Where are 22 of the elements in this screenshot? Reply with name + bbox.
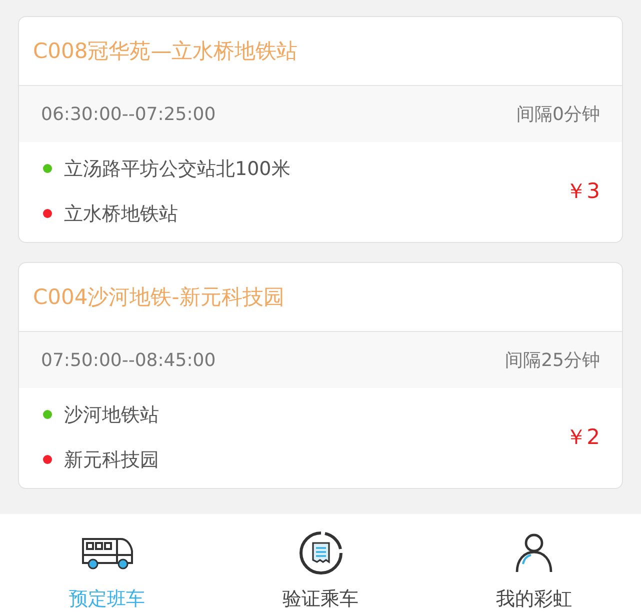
tab-label: 我的彩虹 [496, 587, 572, 612]
bus-icon [80, 536, 134, 570]
tab[interactable]: 验证乘车 [214, 514, 428, 614]
route-card[interactable]: C008冠华苑—立水桥地铁站 06:30:00--07:25:00 间隔0分钟 立汤路平坊公交站北100米 立水桥地铁站 ￥3 [18, 16, 623, 243]
stop-name: 沙河地铁站 [64, 402, 159, 428]
price: ￥3 [566, 178, 600, 205]
tab[interactable]: 我的彩虹 [427, 514, 641, 614]
route-card[interactable]: C004沙河地铁-新元科技园 07:50:00--08:45:00 间隔25分钟 沙河地铁站 新元科技园 ￥2 [18, 262, 623, 489]
time-range: 06:30:00--07:25:00 [41, 104, 216, 124]
tab-label: 验证乘车 [282, 587, 358, 612]
tab-label: 预定班车 [68, 587, 145, 612]
interval-text: 间隔0分钟 [516, 103, 600, 126]
stop-name: 新元科技园 [64, 448, 159, 472]
route-title: C004沙河地铁-新元科技园 [33, 284, 284, 311]
route-title: C008冠华苑—立水桥地铁站 [33, 38, 298, 65]
interval-text: 间隔25分钟 [505, 349, 600, 372]
person-icon [514, 532, 554, 574]
ticket-icon [298, 530, 344, 576]
time-range: 07:50:00--08:45:00 [41, 350, 216, 370]
stop-name: 立汤路平坊公交站北100米 [64, 156, 290, 182]
price: ￥2 [566, 424, 600, 451]
stop-name: 立水桥地铁站 [64, 202, 178, 226]
